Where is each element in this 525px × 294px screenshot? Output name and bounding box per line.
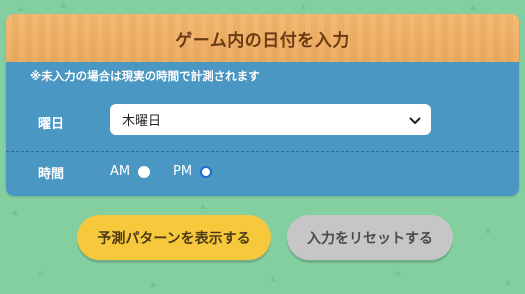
- pm-radio[interactable]: [200, 165, 213, 178]
- time-label: 時間: [38, 167, 65, 182]
- am-radio-label: AM: [110, 164, 131, 179]
- panel-header: ゲーム内の日付を入力: [6, 14, 519, 62]
- row-divider: [6, 151, 519, 152]
- panel-body: ※未入力の場合は現実の時間で計測されます 曜日 木曜日 時間 AM PM: [6, 62, 519, 196]
- show-prediction-button[interactable]: 予測パターンを表示する: [77, 215, 271, 260]
- weekday-select[interactable]: 木曜日: [110, 104, 431, 135]
- panel-title: ゲーム内の日付を入力: [175, 30, 350, 51]
- weekday-select-value: 木曜日: [122, 114, 162, 129]
- am-radio[interactable]: [138, 165, 151, 178]
- pm-radio-label: PM: [173, 164, 193, 179]
- date-input-panel: ゲーム内の日付を入力 ※未入力の場合は現実の時間で計測されます 曜日 木曜日 時…: [6, 14, 519, 196]
- chevron-down-icon: [409, 110, 421, 129]
- notice-text: ※未入力の場合は現実の時間で計測されます: [30, 69, 260, 83]
- am-radio-option[interactable]: AM: [110, 164, 151, 179]
- reset-input-button[interactable]: 入力をリセットする: [287, 215, 453, 260]
- weekday-label: 曜日: [38, 117, 65, 132]
- pm-radio-option[interactable]: PM: [173, 164, 213, 179]
